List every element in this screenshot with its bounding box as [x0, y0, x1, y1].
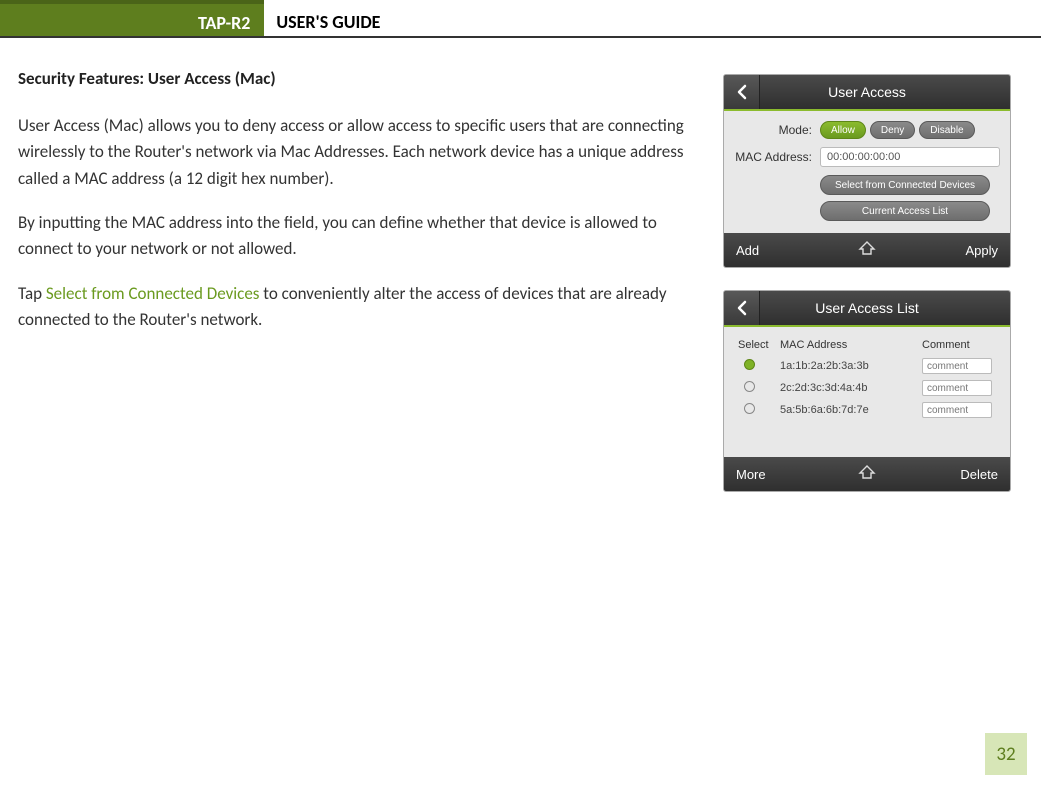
back-button[interactable]	[724, 291, 760, 325]
col-header-mac: MAC Address	[780, 339, 922, 351]
home-icon[interactable]	[847, 464, 887, 485]
screen2-topbar: User Access List	[724, 291, 1010, 327]
screenshot-user-access-list: User Access List Select MAC Address Comm…	[723, 290, 1011, 492]
col-header-select: Select	[734, 339, 780, 351]
row-mac: 1a:1b:2a:2b:3a:3b	[780, 360, 922, 372]
doc-header: TAP-R2 USER'S GUIDE	[0, 0, 1041, 38]
apply-button[interactable]: Apply	[887, 243, 1010, 258]
mode-label: Mode:	[734, 123, 820, 137]
more-button[interactable]: More	[724, 467, 847, 482]
product-badge: TAP-R2	[190, 0, 264, 36]
mode-allow-pill[interactable]: Allow	[820, 121, 866, 139]
chevron-left-icon	[736, 84, 748, 100]
screen1-topbar: User Access	[724, 75, 1010, 111]
section-heading: Security Features: User Access (Mac)	[18, 68, 703, 89]
row-select-radio[interactable]	[744, 359, 755, 370]
screenshot-user-access: User Access Mode: Allow Deny Disable MAC…	[723, 74, 1011, 268]
screen1-bottombar: Add Apply	[724, 233, 1010, 267]
screen2-title: User Access List	[760, 300, 1010, 316]
list-header: Select MAC Address Comment	[734, 335, 1000, 355]
mode-disable-pill[interactable]: Disable	[919, 121, 974, 139]
paragraph-3: Tap Select from Connected Devices to con…	[18, 281, 703, 334]
row-mac: 2c:2d:3c:3d:4a:4b	[780, 382, 922, 394]
row-mac: 5a:5b:6a:6b:7d:7e	[780, 404, 922, 416]
home-icon[interactable]	[847, 240, 887, 261]
paragraph-2: By inputting the MAC address into the fi…	[18, 210, 703, 263]
back-button[interactable]	[724, 75, 760, 109]
screen1-title: User Access	[760, 84, 1010, 100]
screenshot-column: User Access Mode: Allow Deny Disable MAC…	[723, 68, 1011, 492]
table-row: 5a:5b:6a:6b:7d:7ecomment	[734, 399, 1000, 421]
row-comment-input[interactable]: comment	[922, 358, 992, 374]
para3-pre: Tap	[18, 283, 46, 304]
row-comment-input[interactable]: comment	[922, 380, 992, 396]
table-row: 2c:2d:3c:3d:4a:4bcomment	[734, 377, 1000, 399]
doc-title: USER'S GUIDE	[264, 0, 380, 36]
col-header-comment: Comment	[922, 339, 1000, 351]
row-comment-input[interactable]: comment	[922, 402, 992, 418]
header-color-bar	[0, 0, 190, 36]
screen1-body: Mode: Allow Deny Disable MAC Address: 00…	[724, 111, 1010, 233]
screen2-body: Select MAC Address Comment 1a:1b:2a:2b:3…	[724, 327, 1010, 457]
screen2-bottombar: More Delete	[724, 457, 1010, 491]
delete-button[interactable]: Delete	[887, 467, 1010, 482]
mode-deny-pill[interactable]: Deny	[870, 121, 915, 139]
page-number: 32	[985, 733, 1027, 775]
row-select-radio[interactable]	[744, 381, 755, 392]
paragraph-1: User Access (Mac) allows you to deny acc…	[18, 113, 703, 192]
chevron-left-icon	[736, 300, 748, 316]
table-row: 1a:1b:2a:2b:3a:3bcomment	[734, 355, 1000, 377]
current-access-list-button[interactable]: Current Access List	[820, 201, 990, 221]
select-connected-devices-button[interactable]: Select from Connected Devices	[820, 175, 990, 195]
select-devices-link[interactable]: Select from Connected Devices	[46, 283, 260, 304]
add-button[interactable]: Add	[724, 243, 847, 258]
text-column: Security Features: User Access (Mac) Use…	[18, 68, 703, 492]
mac-address-input[interactable]: 00:00:00:00:00	[820, 147, 1000, 167]
row-select-radio[interactable]	[744, 403, 755, 414]
mac-address-label: MAC Address:	[734, 150, 820, 164]
